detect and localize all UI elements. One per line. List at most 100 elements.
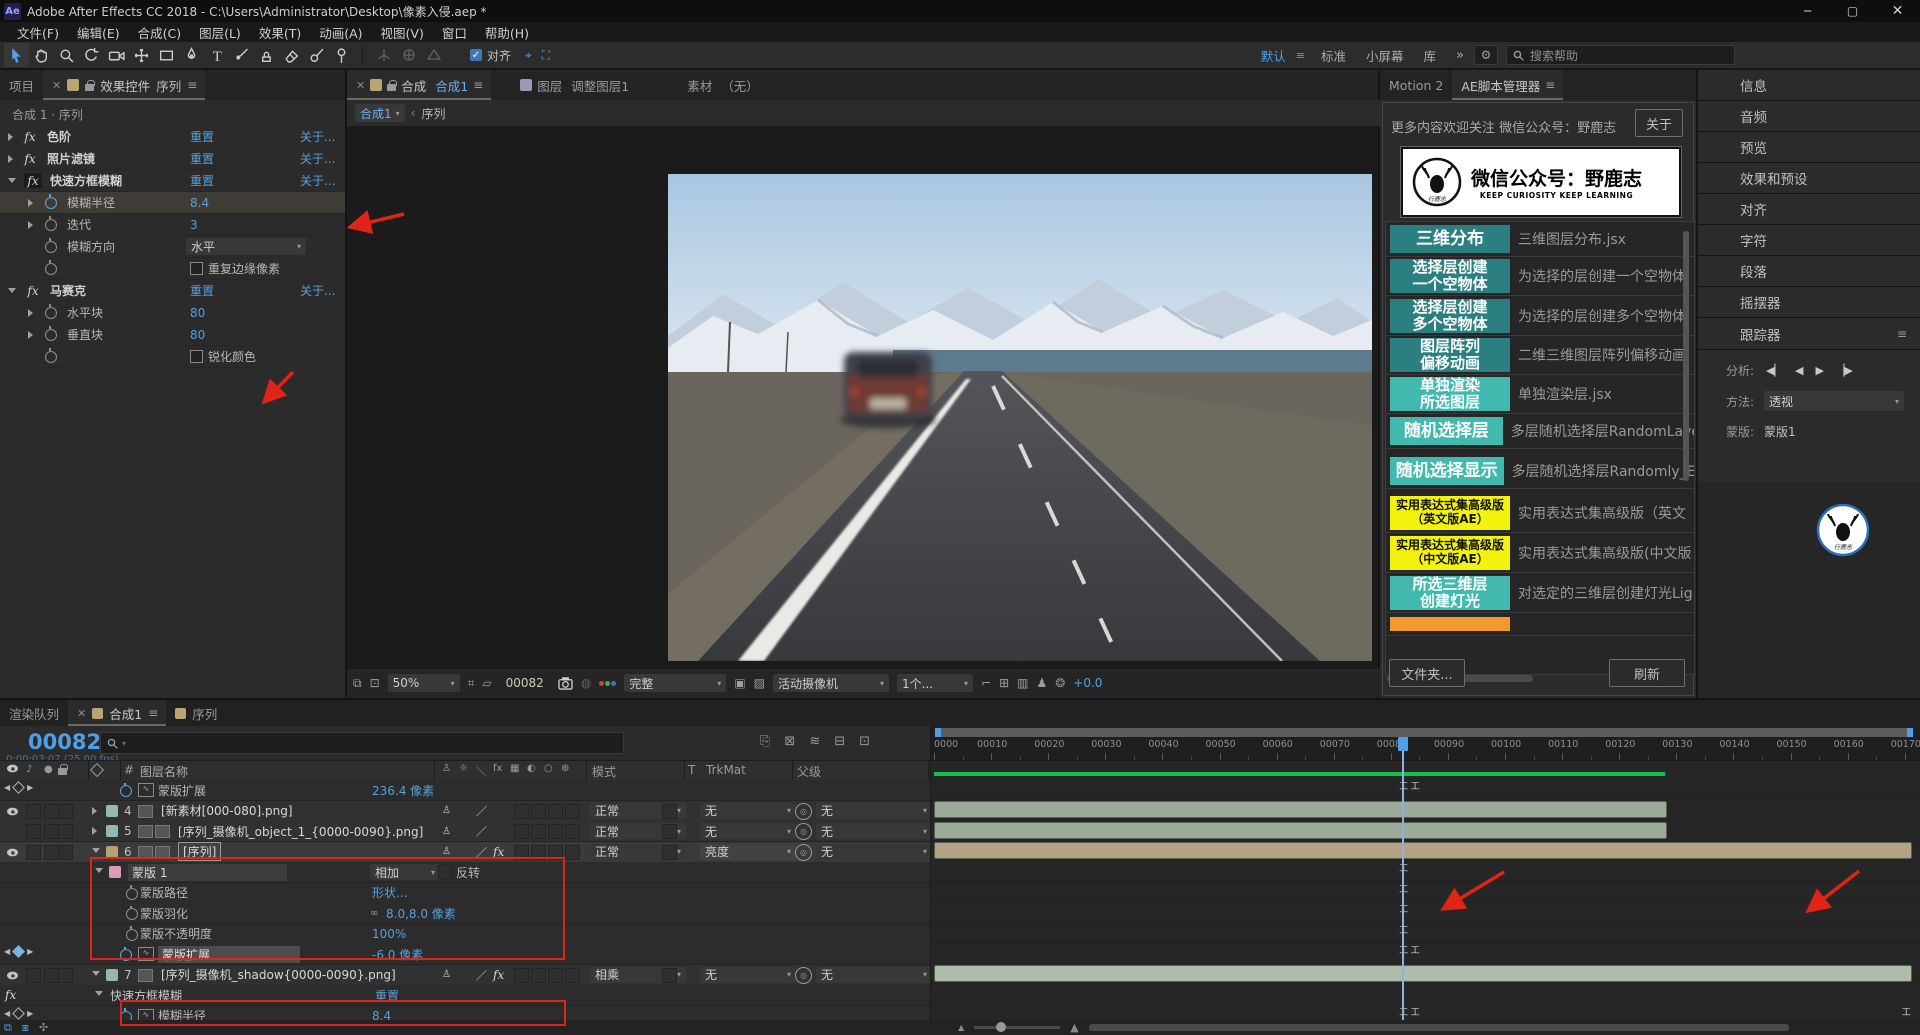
twirl-icon[interactable]	[92, 807, 97, 815]
keyframe-marker[interactable]: 工	[1399, 886, 1408, 895]
keyframe-nav[interactable]: ◀▶	[4, 1009, 33, 1018]
layer-color-swatch[interactable]	[106, 805, 118, 817]
switch-cell[interactable]	[548, 804, 563, 819]
current-frame[interactable]: 00082	[506, 676, 544, 690]
effect-property-row[interactable]: 水平块80	[0, 302, 345, 324]
effect-property-row[interactable]: 迭代3	[0, 214, 345, 236]
graph-icon[interactable]: ∿	[138, 947, 154, 961]
switch-cell[interactable]	[531, 824, 546, 839]
effect-about-link[interactable]: 关于...	[300, 172, 335, 189]
workspace-4[interactable]: 库	[1414, 46, 1447, 65]
mask-visibility-icon[interactable]: ▱	[482, 676, 491, 690]
property-name[interactable]: 蒙版扩展	[158, 946, 300, 963]
analyze-forward-1-button[interactable]: ▕▶	[1836, 364, 1853, 377]
script-button[interactable]: 三维分布	[1390, 225, 1510, 253]
twirl-icon[interactable]	[28, 199, 33, 207]
analyze-backward-1-button[interactable]: ◀▏	[1766, 364, 1783, 377]
tab-motion2[interactable]: Motion 2	[1380, 70, 1452, 100]
property-value[interactable]: -6.0 像素	[372, 946, 423, 963]
property-value[interactable]: 3	[190, 218, 198, 232]
timeline-layer-row[interactable]: 4[新素材[000-080].png]♙／正常▾无▾◎无▾	[0, 801, 930, 822]
comp-viewer[interactable]	[347, 126, 1378, 668]
add-keyframe-icon[interactable]	[12, 1007, 25, 1020]
av-cell[interactable]	[26, 845, 41, 860]
menu-item[interactable]: 窗口	[433, 23, 476, 42]
keyframe-marker[interactable]: 工	[1411, 947, 1420, 956]
switch-cell[interactable]	[514, 804, 529, 819]
expand-inout-icon[interactable]: ✣	[39, 1021, 48, 1034]
property-name[interactable]: 蒙版不透明度	[140, 925, 212, 942]
primary-viewer-icon[interactable]: ⊡	[370, 676, 380, 690]
script-button[interactable]: 选择层创建多个空物体	[1390, 299, 1510, 333]
keyframe-marker[interactable]: 工	[1399, 906, 1408, 915]
effect-property-row[interactable]: 模糊方向水平▾	[0, 236, 345, 258]
grid-options-icon[interactable]: ⌗	[468, 676, 475, 691]
twirl-icon[interactable]	[92, 971, 100, 976]
rotation-tool-icon[interactable]	[79, 43, 104, 67]
twirl-icon[interactable]	[8, 133, 13, 141]
quality-icon[interactable]: ／	[476, 844, 487, 860]
trkmat-dropdown[interactable]: 无▾	[700, 967, 796, 983]
script-button[interactable]: 实用表达式集高级版（中文版AE）	[1390, 536, 1510, 570]
panel-6[interactable]: 字符	[1698, 225, 1920, 256]
snapshot-icon[interactable]	[558, 677, 573, 690]
snap-options-icon[interactable]: ⌖	[525, 48, 532, 63]
maximize-button[interactable]: ▢	[1830, 4, 1875, 18]
twirl-icon[interactable]	[95, 868, 103, 873]
script-button[interactable]: 实用表达式集高级版（英文版AE）	[1390, 496, 1510, 530]
stopwatch-icon[interactable]	[126, 908, 138, 920]
stopwatch-icon[interactable]	[45, 329, 57, 341]
quality-icon[interactable]: ／	[476, 967, 487, 983]
switch-header-icon[interactable]: ＼	[476, 763, 486, 778]
timeline-ruler[interactable]: 0000000100002000030000400005000060000700…	[931, 726, 1920, 761]
lock-icon[interactable]	[58, 764, 67, 778]
refresh-button[interactable]: 刷新	[1609, 659, 1685, 687]
zoom-in-mountain-icon[interactable]: ▲	[1070, 1021, 1078, 1034]
stopwatch-icon[interactable]	[120, 949, 132, 961]
selection-tool-icon[interactable]	[4, 43, 29, 67]
keyframe-marker[interactable]: 工	[1399, 947, 1408, 956]
layer-duration-bar[interactable]	[934, 842, 1912, 859]
layer-color-swatch[interactable]	[106, 825, 118, 837]
tab-comp-1[interactable]: ✕合成合成1≡	[347, 70, 491, 100]
script-button[interactable]: 所选三维层创建灯光	[1390, 576, 1510, 610]
preserve-transparency-cell[interactable]	[662, 968, 677, 983]
property-name[interactable]: 蒙版路径	[140, 884, 188, 901]
layer-color-swatch[interactable]	[106, 846, 118, 858]
effect-about-link[interactable]: 关于...	[300, 128, 335, 145]
zoom-slider-thumb[interactable]	[996, 1022, 1006, 1032]
show-snapshot-icon[interactable]: ◍	[581, 676, 591, 690]
next-keyframe-icon[interactable]: ▶	[27, 783, 33, 792]
transparency-grid-icon[interactable]: ▨	[754, 676, 765, 690]
shy-icon[interactable]: ♙	[442, 805, 451, 816]
effect-reset-link[interactable]: 重置	[190, 150, 214, 167]
comp-nav-current[interactable]: 序列	[421, 105, 445, 122]
work-area-end-handle[interactable]	[1907, 728, 1913, 737]
layer-name[interactable]: [新素材[000-080].png]	[161, 802, 293, 819]
parent-dropdown[interactable]: 无▾	[816, 844, 932, 860]
keyframe-marker[interactable]: 工	[1399, 865, 1408, 874]
effect-reset-link[interactable]: 重置	[190, 128, 214, 145]
label-color-icon[interactable]	[90, 763, 104, 777]
av-cell[interactable]	[26, 804, 41, 819]
menu-item[interactable]: 图层(L)	[190, 23, 250, 42]
timeline-property-row[interactable]: ◀▶∿蒙版扩展-6.0 像素	[0, 944, 930, 965]
trkmat-dropdown[interactable]: 无▾	[700, 823, 796, 839]
script-scrollbar[interactable]	[1683, 231, 1689, 481]
property-value[interactable]: 236.4 像素	[372, 782, 434, 799]
menu-item[interactable]: 合成(C)	[129, 23, 190, 42]
property-value[interactable]: 8.4	[190, 196, 209, 210]
solo-icon[interactable]: ●	[44, 764, 53, 775]
mask-color-swatch[interactable]	[109, 866, 121, 878]
prev-keyframe-icon[interactable]: ◀	[4, 783, 10, 792]
property-value[interactable]: 80	[190, 306, 205, 320]
magnification-dropdown[interactable]: 50%▾	[388, 674, 460, 692]
workspace-3[interactable]: 小屏幕	[1356, 46, 1414, 65]
close-tab-icon[interactable]: ✕	[52, 79, 61, 92]
preserve-transparency-cell[interactable]	[662, 804, 677, 819]
effect-reset-link[interactable]: 重置	[190, 172, 214, 189]
script-button[interactable]: 图层阵列偏移动画	[1390, 338, 1510, 372]
switch-header-icon[interactable]: ☼	[459, 763, 468, 774]
work-area-start-handle[interactable]	[935, 728, 941, 737]
switch-cell[interactable]	[548, 968, 563, 983]
